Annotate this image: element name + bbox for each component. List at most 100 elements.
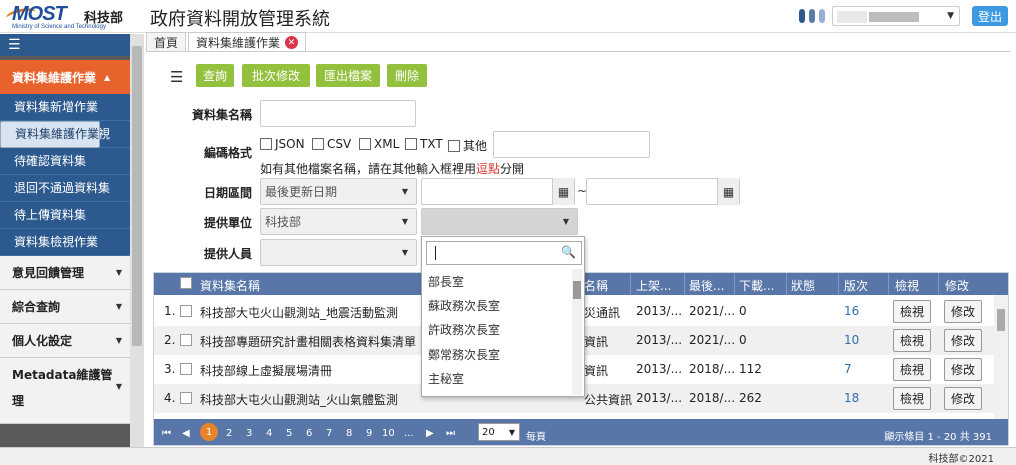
page-button[interactable]: 9 xyxy=(366,428,372,439)
tab-home[interactable]: 首頁 xyxy=(146,32,187,52)
edit-button[interactable]: 修改 xyxy=(944,358,982,381)
edit-button[interactable]: 修改 xyxy=(944,329,982,352)
sidebar-group-feedback[interactable]: 意見回饋管理 ▼ xyxy=(0,256,130,290)
dropdown-search-input[interactable]: 🔍 xyxy=(426,241,582,265)
version-link[interactable]: 18 xyxy=(844,391,859,405)
view-button[interactable]: 檢視 xyxy=(893,387,931,410)
checkbox[interactable] xyxy=(359,138,371,150)
column-header[interactable]: 資料集名稱 xyxy=(200,277,260,294)
tab-dataset-maintenance[interactable]: 資料集維護作業 ✕ xyxy=(188,32,307,52)
next-page-icon[interactable]: ▶ xyxy=(426,428,434,439)
dropdown-option[interactable]: 蘇政務次長室 xyxy=(428,297,500,314)
checkbox[interactable] xyxy=(448,139,460,152)
scrollbar-thumb[interactable] xyxy=(997,309,1005,331)
checkbox[interactable] xyxy=(260,138,272,150)
page-ellipsis[interactable]: ... xyxy=(404,428,414,439)
row-checkbox[interactable] xyxy=(180,305,192,317)
page-button[interactable]: 8 xyxy=(346,428,352,439)
provider-person-select[interactable]: ▼ xyxy=(260,239,417,266)
column-header[interactable]: 上架... xyxy=(636,277,671,294)
calendar-icon[interactable]: ▦ xyxy=(552,178,574,205)
dataset-name-input[interactable] xyxy=(260,100,416,127)
view-button[interactable]: 檢視 xyxy=(893,300,931,323)
page-button[interactable]: 6 xyxy=(306,428,312,439)
date-type-select[interactable]: 最後更新日期 ▼ xyxy=(260,178,417,205)
page-button[interactable]: 3 xyxy=(246,428,252,439)
provider-person-label: 提供人員 xyxy=(203,247,252,261)
user-select[interactable]: ▼ xyxy=(832,6,960,26)
table-scrollbar[interactable] xyxy=(994,295,1008,419)
delete-button[interactable]: 刪除 xyxy=(387,64,427,87)
version-link[interactable]: 7 xyxy=(844,362,852,376)
sidebar-item-pending[interactable]: 待確認資料集 xyxy=(0,148,130,175)
sidebar-scrollbar[interactable] xyxy=(130,34,144,465)
scrollbar-thumb[interactable] xyxy=(132,46,142,346)
list-menu-icon[interactable]: ☰ xyxy=(170,68,183,86)
sidebar-item-to-upload[interactable]: 待上傳資料集 xyxy=(0,202,130,229)
dropdown-option[interactable]: 部長室 xyxy=(428,273,464,290)
provider-unit-select[interactable]: 科技部 ▼ xyxy=(260,208,417,235)
user-indicator-icon xyxy=(799,9,805,23)
format-xml-option[interactable]: XML xyxy=(359,137,399,151)
publish-date: 2013/... xyxy=(636,304,683,318)
close-tab-icon[interactable]: ✕ xyxy=(285,36,299,49)
date-start-input[interactable]: ▦ xyxy=(421,178,575,205)
format-csv-option[interactable]: CSV xyxy=(312,137,351,151)
page-button[interactable]: 4 xyxy=(266,428,272,439)
row-checkbox[interactable] xyxy=(180,334,192,346)
date-end-input[interactable]: ▦ xyxy=(586,178,740,205)
dropdown-option[interactable]: 許政務次長室 xyxy=(428,321,500,338)
query-button[interactable]: 查詢 xyxy=(196,64,234,87)
column-header[interactable]: 名稱 xyxy=(584,277,608,294)
sidebar-item-dataset-maintain[interactable]: 資料集維護作業 xyxy=(0,121,101,148)
sidebar-item-dataset-view[interactable]: 資料集檢視作業 xyxy=(0,229,130,256)
checkbox[interactable] xyxy=(312,138,324,150)
last-page-icon[interactable]: ⏭ xyxy=(446,428,455,439)
column-header[interactable]: 下載... xyxy=(739,277,774,294)
edit-button[interactable]: 修改 xyxy=(944,387,982,410)
dropdown-option[interactable]: 主秘室 xyxy=(428,370,464,387)
page-button[interactable]: 5 xyxy=(286,428,292,439)
dropdown-option[interactable]: 鄭常務次長室 xyxy=(428,346,500,363)
sidebar-group-query[interactable]: 綜合查詢 ▼ xyxy=(0,290,130,324)
first-page-icon[interactable]: ⏮ xyxy=(162,428,171,439)
sidebar-group-personal[interactable]: 個人化設定 ▼ xyxy=(0,324,130,358)
page-button[interactable]: 10 xyxy=(382,428,395,439)
calendar-icon[interactable]: ▦ xyxy=(717,178,739,205)
export-button[interactable]: 匯出檔案 xyxy=(316,64,380,87)
view-button[interactable]: 檢視 xyxy=(893,329,931,352)
row-checkbox[interactable] xyxy=(180,392,192,404)
page-button[interactable]: 7 xyxy=(326,428,332,439)
column-header[interactable]: 修改 xyxy=(945,277,969,294)
format-txt-option[interactable]: TXT xyxy=(405,137,443,151)
format-json-option[interactable]: JSON xyxy=(260,137,305,151)
sidebar-group-metadata[interactable]: Metadata維護管 理 ▼ xyxy=(0,358,130,424)
row-checkbox[interactable] xyxy=(180,363,192,375)
view-button[interactable]: 檢視 xyxy=(893,358,931,381)
most-logo[interactable]: MOST 科技部 Ministry of Science and Technol… xyxy=(4,3,146,31)
column-header[interactable]: 狀態 xyxy=(791,277,815,294)
batch-edit-button[interactable]: 批次修改 xyxy=(242,64,310,87)
format-other-input[interactable] xyxy=(493,131,650,158)
version-link[interactable]: 10 xyxy=(844,333,859,347)
format-other-option[interactable]: 其他 xyxy=(448,137,487,154)
select-all-checkbox[interactable] xyxy=(180,277,192,289)
edit-button[interactable]: 修改 xyxy=(944,300,982,323)
scrollbar-thumb[interactable] xyxy=(573,281,581,299)
checkbox[interactable] xyxy=(405,138,417,150)
sidebar-toggle[interactable]: ☰ xyxy=(0,34,130,56)
page-size-select[interactable]: 20 ▼ xyxy=(478,423,520,441)
sidebar-group-dataset-maintenance[interactable]: 資料集維護作業 ▲ xyxy=(0,60,130,94)
sidebar-item-rejected[interactable]: 退回不通過資料集 xyxy=(0,175,130,202)
sidebar-item-dataset-add[interactable]: 資料集新增作業 xyxy=(0,94,130,121)
dropdown-scrollbar[interactable] xyxy=(572,269,582,395)
page-button[interactable]: 2 xyxy=(226,428,232,439)
page-1-button[interactable]: 1 xyxy=(200,423,218,441)
logout-button[interactable]: 登出 xyxy=(972,6,1008,26)
version-link[interactable]: 16 xyxy=(844,304,859,318)
column-header[interactable]: 版次 xyxy=(844,277,868,294)
provider-subunit-select[interactable]: ▼ xyxy=(421,208,578,235)
prev-page-icon[interactable]: ◀ xyxy=(182,428,190,439)
column-header[interactable]: 檢視 xyxy=(895,277,919,294)
column-header[interactable]: 最後... xyxy=(689,277,724,294)
